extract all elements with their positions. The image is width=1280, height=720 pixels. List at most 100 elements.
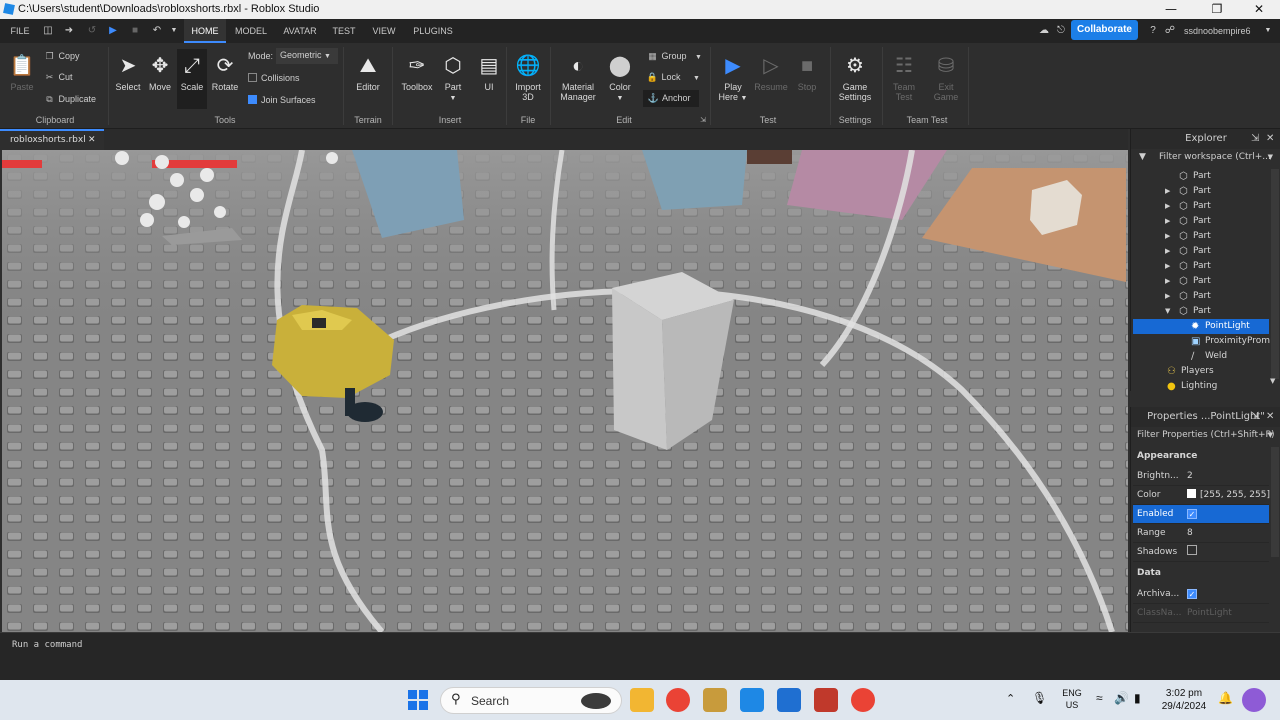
properties-popout-icon[interactable]: ⇲: [1251, 407, 1259, 427]
range-value[interactable]: 8: [1187, 524, 1193, 543]
tab-test[interactable]: TEST: [328, 19, 360, 43]
close-tab-icon[interactable]: ✕: [88, 131, 96, 149]
explorer-scrollbar[interactable]: [1271, 169, 1279, 379]
explorer-item-part[interactable]: ▶ ⬡ Part: [1133, 184, 1269, 199]
notification-bell-icon[interactable]: 🔔: [1218, 691, 1233, 705]
winrar-icon[interactable]: [814, 688, 838, 712]
duplicate-button[interactable]: ⧉ Duplicate: [43, 94, 96, 105]
chrome-icon[interactable]: [666, 688, 690, 712]
maximize-icon[interactable]: ❐: [1194, 0, 1240, 19]
explorer-scroll-down-icon[interactable]: ▼: [1270, 371, 1275, 391]
expand-arrow-icon[interactable]: ▶: [1165, 289, 1170, 304]
explorer-item-part[interactable]: ▶ ⬡ Part: [1133, 274, 1269, 289]
lock-button[interactable]: 🔒 Lock ▼: [646, 72, 700, 83]
join-surfaces-toggle[interactable]: Join Surfaces: [248, 95, 316, 105]
archivable-row[interactable]: Archiva... ✓: [1133, 585, 1269, 604]
edit-expand-icon[interactable]: ⇲: [698, 116, 708, 124]
enabled-checkbox[interactable]: ✓: [1187, 509, 1197, 519]
join-surfaces-checkbox[interactable]: [248, 95, 257, 104]
explorer-item-part[interactable]: ▶ ⬡ Part: [1133, 244, 1269, 259]
language-indicator[interactable]: ENG US: [1058, 687, 1086, 711]
color-swatch[interactable]: [1187, 489, 1196, 498]
game-settings-button[interactable]: ⚙ Game Settings: [834, 53, 876, 102]
battery-icon[interactable]: ▮: [1134, 691, 1141, 705]
share-icon[interactable]: ☍: [1164, 25, 1176, 37]
minimize-icon[interactable]: —: [1148, 0, 1194, 19]
close-icon[interactable]: ✕: [1236, 0, 1280, 19]
new-file-icon[interactable]: ◫: [42, 25, 54, 37]
wifi-icon[interactable]: ≈: [1096, 691, 1103, 705]
move-button[interactable]: ✥ Move: [146, 53, 174, 92]
copy-button[interactable]: ❐ Copy: [43, 51, 79, 62]
mode-dropdown[interactable]: Geometric ▼: [276, 48, 338, 64]
expand-arrow-icon[interactable]: ▶: [1165, 214, 1170, 229]
explorer-item-part[interactable]: ▶ ⬡ Part: [1133, 199, 1269, 214]
ui-button[interactable]: ▤ UI: [476, 53, 502, 92]
expand-arrow-icon[interactable]: ▶: [1165, 259, 1170, 274]
explorer-item-part[interactable]: ▶ ⬡ Part: [1133, 229, 1269, 244]
tab-view[interactable]: VIEW: [368, 19, 400, 43]
explorer-close-icon[interactable]: ✕: [1266, 129, 1274, 149]
material-manager-button[interactable]: ◐ Material Manager: [556, 53, 600, 102]
explorer-item-part[interactable]: ▶ ⬡ Part: [1133, 289, 1269, 304]
explorer-item-pointlight[interactable]: ✹ PointLight: [1133, 319, 1269, 334]
scale-button[interactable]: ⤢ Scale: [177, 49, 207, 109]
explorer-item-part[interactable]: ▼ ⬡ Part: [1133, 304, 1269, 319]
explorer-item-proximityprom[interactable]: ▣ ProximityProm: [1133, 334, 1270, 349]
open-file-icon[interactable]: ➜: [63, 25, 75, 37]
play-quick-icon[interactable]: ▶: [107, 25, 119, 37]
expand-arrow-icon[interactable]: ▶: [1165, 244, 1170, 259]
collaborate-button[interactable]: Collaborate: [1071, 20, 1138, 40]
collisions-toggle[interactable]: Collisions: [248, 73, 300, 83]
cloud-icon[interactable]: ☁: [1038, 25, 1050, 37]
help-icon[interactable]: ?: [1147, 25, 1159, 37]
properties-scrollbar[interactable]: [1271, 447, 1279, 557]
expand-arrow-icon[interactable]: ▶: [1165, 229, 1170, 244]
volume-icon[interactable]: 🔊: [1114, 691, 1129, 705]
windows-start-icon[interactable]: [406, 688, 430, 712]
properties-filter-input[interactable]: Filter Properties (Ctrl+Shift+P) ▼: [1133, 427, 1279, 444]
clock[interactable]: 3:02 pm 29/4/2024: [1152, 687, 1216, 713]
tray-overflow-icon[interactable]: ⌃: [1006, 692, 1015, 705]
filter-dropdown-icon[interactable]: ▼: [1268, 149, 1273, 166]
tab-avatar[interactable]: AVATAR: [278, 19, 322, 43]
cut-button[interactable]: ✂ Cut: [43, 72, 73, 83]
expand-arrow-icon[interactable]: ▶: [1165, 274, 1170, 289]
shadows-row[interactable]: Shadows: [1133, 543, 1269, 562]
command-bar[interactable]: Run a command: [0, 632, 1280, 680]
properties-filter-dropdown-icon[interactable]: ▼: [1268, 427, 1273, 444]
explorer-filter-input[interactable]: ▼ Filter workspace (Ctrl+... ▼: [1133, 149, 1279, 166]
3d-viewport[interactable]: [2, 150, 1128, 632]
explorer-item-part[interactable]: ▶ ⬡ Part: [1133, 214, 1269, 229]
taskbar-search[interactable]: ⚲ Search: [440, 687, 622, 714]
explorer-item-part[interactable]: ▶ ⬡ Part: [1133, 259, 1269, 274]
microphone-icon[interactable]: 🎙: [1032, 691, 1047, 705]
file-menu[interactable]: FILE: [6, 19, 34, 43]
toolbox-button[interactable]: ✑ Toolbox: [398, 53, 436, 92]
import-3d-button[interactable]: 🌐 Import 3D: [510, 53, 546, 102]
expand-arrow-icon[interactable]: ▶: [1165, 199, 1170, 214]
brightness-row[interactable]: Brightn... 2: [1133, 467, 1269, 486]
explorer-item-players[interactable]: ⚇ Players: [1133, 364, 1269, 379]
notifications-icon[interactable]: ⎋: [1055, 25, 1067, 37]
enabled-row[interactable]: Enabled ✓: [1133, 505, 1269, 524]
quick-access-dropdown-icon[interactable]: ▼: [168, 25, 180, 37]
document-tab[interactable]: robloxshorts.rbxl ✕: [0, 129, 104, 150]
app-icon[interactable]: [703, 688, 727, 712]
chrome-profile-icon[interactable]: [851, 688, 875, 712]
explorer-item-part[interactable]: ⬡ Part: [1133, 169, 1269, 184]
vscode-icon[interactable]: [777, 688, 801, 712]
data-section-header[interactable]: Data: [1133, 564, 1269, 583]
undo-icon[interactable]: ↶: [151, 25, 163, 37]
roblox-studio-taskbar-icon[interactable]: [740, 688, 764, 712]
terrain-editor-button[interactable]: ⛰ Editor: [350, 53, 386, 92]
tab-model[interactable]: MODEL: [230, 19, 272, 43]
properties-close-icon[interactable]: ✕: [1266, 407, 1274, 427]
part-button[interactable]: ⬡ Part ▼: [439, 53, 467, 102]
group-button[interactable]: ▦ Group ▼: [646, 51, 702, 62]
shadows-checkbox[interactable]: [1187, 545, 1197, 555]
color-button[interactable]: ⬤ Color ▼: [604, 53, 636, 102]
explorer-item-weld[interactable]: ∕ Weld: [1133, 349, 1269, 364]
brightness-value[interactable]: 2: [1187, 467, 1193, 486]
archivable-checkbox[interactable]: ✓: [1187, 589, 1197, 599]
